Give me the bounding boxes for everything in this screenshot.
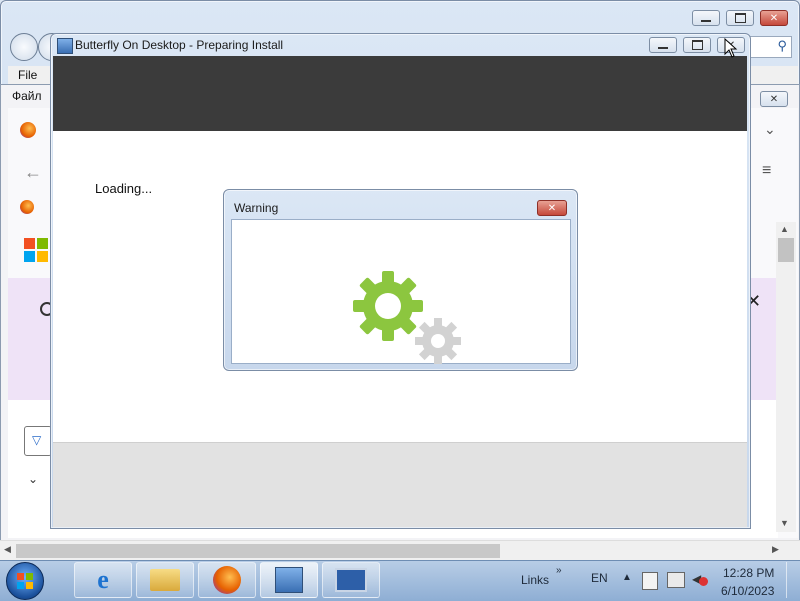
microsoft-logo xyxy=(24,238,48,262)
bg-maximize-button[interactable] xyxy=(726,10,754,26)
clock-date[interactable]: 6/10/2023 xyxy=(721,584,774,598)
action-center-icon[interactable] xyxy=(642,572,658,590)
monitor-keyboard-icon xyxy=(335,568,367,592)
installer-icon xyxy=(275,567,303,593)
installer-title: Butterfly On Desktop - Preparing Install xyxy=(75,38,284,52)
vertical-scrollbar[interactable] xyxy=(776,222,796,532)
taskbar-remote[interactable] xyxy=(322,562,380,598)
loading-label: Loading... xyxy=(95,181,153,196)
installer-maximize-button[interactable] xyxy=(683,37,711,53)
green-gear-icon xyxy=(353,271,423,341)
ff-close-button[interactable]: ✕ xyxy=(760,91,788,107)
clock-time[interactable]: 12:28 PM xyxy=(723,566,774,580)
network-icon[interactable] xyxy=(667,572,685,588)
taskbar-ie[interactable]: e xyxy=(74,562,132,598)
firefox-icon xyxy=(20,122,36,138)
chevron-down-icon[interactable]: ⌄ xyxy=(764,121,776,138)
warning-title: Warning xyxy=(234,201,279,215)
show-desktop-button[interactable] xyxy=(786,562,799,598)
installer-minimize-button[interactable] xyxy=(649,37,677,53)
horizontal-scroll-thumb[interactable] xyxy=(16,544,500,558)
menu-file-ru[interactable]: Файл xyxy=(12,89,42,103)
filter-icon: ▽ xyxy=(32,433,42,447)
volume-muted-icon[interactable]: ◀ xyxy=(692,572,708,586)
warning-dialog: Warning ✕ xyxy=(223,189,578,371)
ie-icon: e xyxy=(97,565,109,594)
filter-button[interactable]: ▽ xyxy=(24,426,52,456)
back-arrow-icon[interactable]: ← xyxy=(24,162,42,183)
vertical-scroll-thumb[interactable] xyxy=(778,238,794,262)
installer-app-icon xyxy=(57,38,73,54)
language-indicator[interactable]: EN xyxy=(591,571,608,585)
folder-icon xyxy=(150,569,180,591)
firefox-icon xyxy=(213,566,241,594)
warning-close-button[interactable]: ✕ xyxy=(537,200,567,216)
mouse-cursor-icon xyxy=(724,38,738,58)
show-hidden-icons[interactable]: ▲ xyxy=(622,572,632,583)
search-icon: ⚲ xyxy=(777,38,787,53)
installer-footer xyxy=(53,442,747,527)
scroll-up-arrow[interactable]: ▲ xyxy=(780,224,789,234)
scroll-right-arrow[interactable]: ▶ xyxy=(772,544,779,555)
start-button[interactable] xyxy=(6,562,44,600)
menu-file[interactable]: File xyxy=(18,68,37,82)
taskbar-firefox[interactable] xyxy=(198,562,256,598)
scroll-left-arrow[interactable]: ◀ xyxy=(4,544,11,555)
taskbar-installer[interactable] xyxy=(260,562,318,598)
installer-header-banner xyxy=(53,56,747,131)
bg-minimize-button[interactable] xyxy=(692,10,720,26)
links-expand-icon[interactable]: » xyxy=(556,565,562,576)
back-button[interactable] xyxy=(10,33,38,61)
scroll-down-arrow[interactable]: ▼ xyxy=(780,518,789,528)
links-toolbar[interactable]: Links xyxy=(521,573,549,587)
search-box[interactable]: ⚲ xyxy=(748,36,792,58)
windows-logo-icon xyxy=(17,573,33,589)
hamburger-menu-icon[interactable]: ≡ xyxy=(762,162,771,180)
bookmark-firefox-icon[interactable] xyxy=(20,200,34,214)
bg-close-button[interactable]: ✕ xyxy=(760,10,788,26)
taskbar-explorer[interactable] xyxy=(136,562,194,598)
expand-chevron-icon[interactable]: ⌄ xyxy=(28,472,38,486)
warning-client-area xyxy=(231,219,571,364)
